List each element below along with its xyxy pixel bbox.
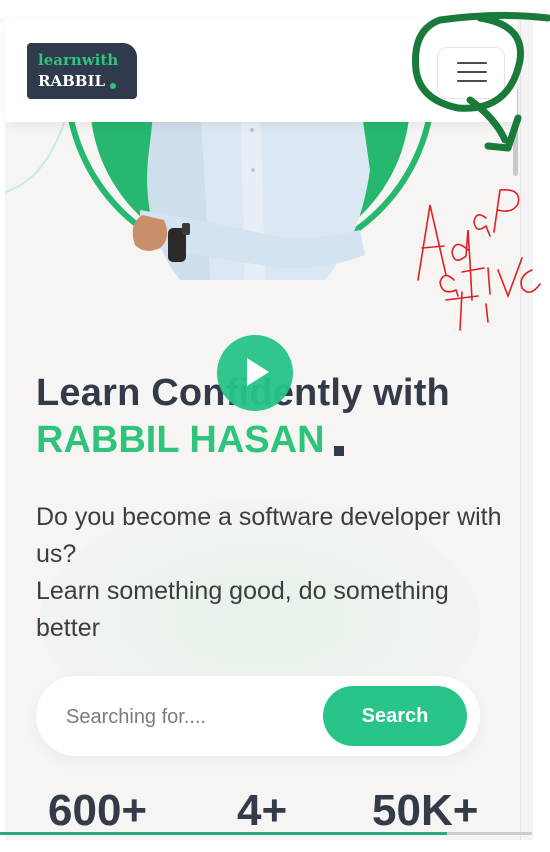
screenshot-frame: learnwith RABBIL Learn Confidently with …: [0, 0, 550, 852]
stat-value-2: 4+: [237, 786, 288, 835]
logo-line-1: learnwith: [38, 51, 119, 69]
stat-value-3: 50K+: [372, 786, 479, 835]
horizontal-scrollbar-thumb[interactable]: [0, 832, 447, 835]
name-dot: [334, 446, 344, 456]
logo-dot: [110, 83, 116, 89]
top-edge: [0, 0, 550, 21]
site-logo[interactable]: learnwith RABBIL: [27, 43, 137, 99]
hero-description: Do you become a software developer with …: [36, 499, 506, 647]
hamburger-menu-button[interactable]: [437, 47, 505, 99]
person-figure: [132, 100, 370, 280]
search-bar: Search: [36, 676, 480, 756]
hamburger-bar-2: [457, 71, 487, 73]
scrollbar-track[interactable]: [520, 20, 533, 840]
hamburger-bar-3: [457, 80, 487, 82]
site-header: learnwith RABBIL: [5, 20, 517, 122]
hero-name: RABBIL HASAN: [36, 419, 325, 461]
stat-value-1: 600+: [48, 786, 148, 835]
search-input[interactable]: [64, 696, 318, 738]
play-icon: [247, 358, 269, 386]
hamburger-menu-icon: [457, 62, 487, 64]
search-button[interactable]: Search: [323, 686, 467, 746]
play-video-button[interactable]: [217, 335, 293, 411]
logo-line-2: RABBIL: [38, 72, 106, 90]
description-line-1: Do you become a software developer with …: [36, 503, 502, 568]
description-line-2: Learn something good, do something bette…: [36, 577, 449, 642]
